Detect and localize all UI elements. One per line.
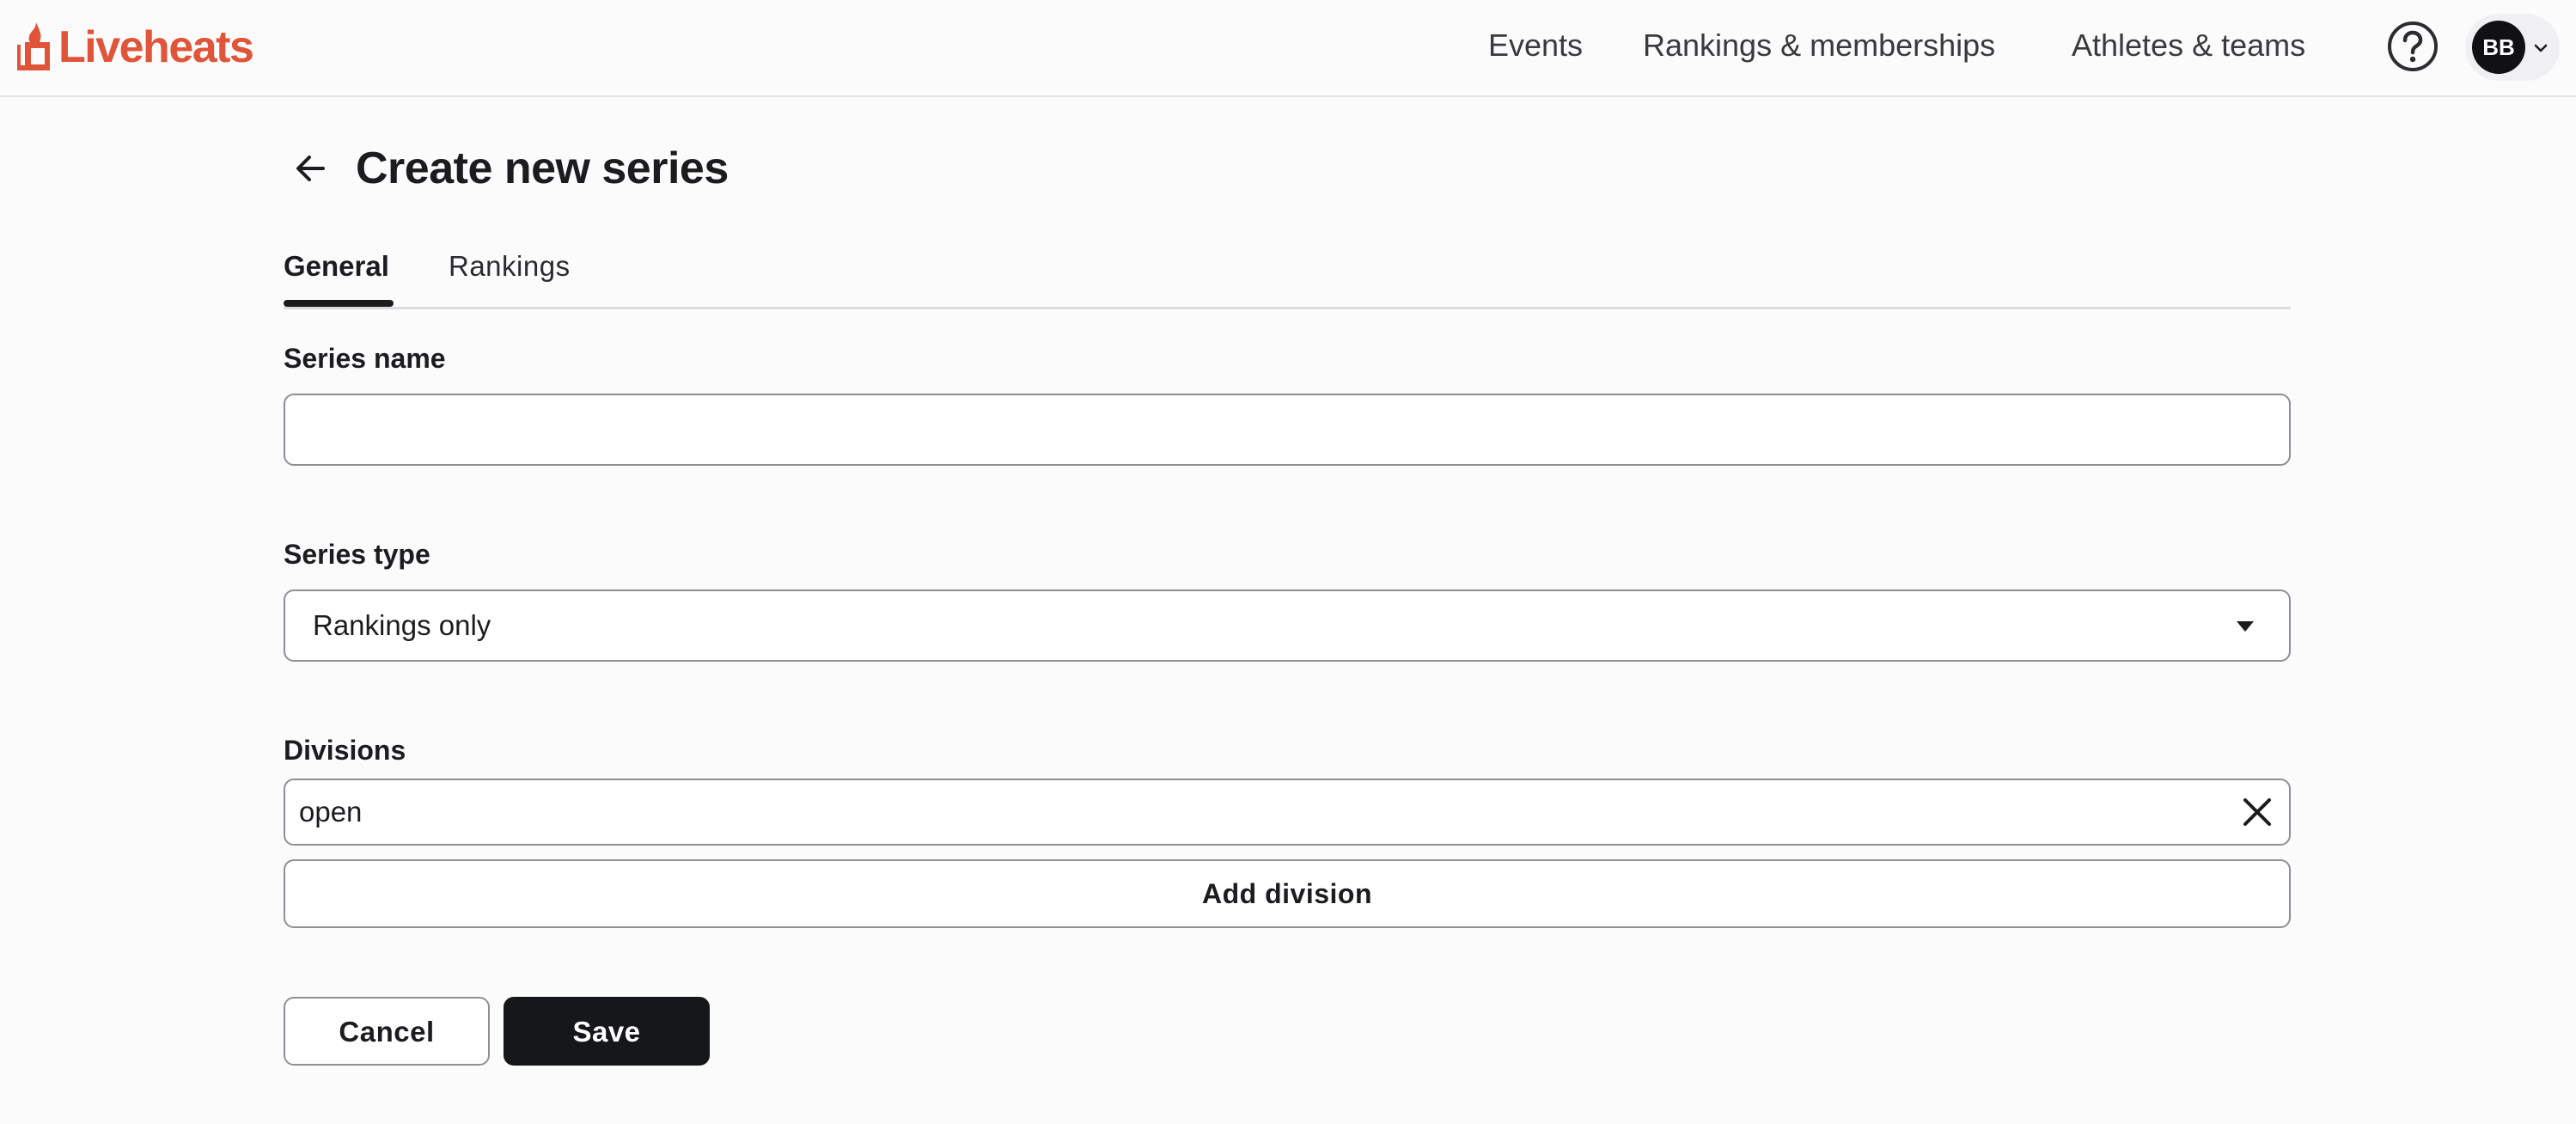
- nav-events[interactable]: Events: [1488, 24, 1583, 67]
- division-value: open: [299, 796, 363, 828]
- tab-general[interactable]: General: [284, 247, 389, 292]
- page-title: Create new series: [356, 144, 729, 193]
- series-type-label: Series type: [284, 539, 430, 570]
- top-navigation-bar: Liveheats Events Rankings & memberships …: [0, 0, 2576, 97]
- divisions-label: Divisions: [284, 735, 406, 766]
- add-division-button[interactable]: Add division: [284, 859, 2291, 928]
- caret-down-icon: [2236, 620, 2255, 632]
- save-button[interactable]: Save: [504, 997, 710, 1066]
- cancel-button[interactable]: Cancel: [284, 997, 490, 1066]
- nav-rankings-memberships[interactable]: Rankings & memberships: [1643, 24, 1995, 67]
- active-tab-indicator: [284, 300, 394, 307]
- series-type-value: Rankings only: [313, 609, 491, 641]
- logo-wordmark: Liveheats: [58, 22, 254, 72]
- series-type-select[interactable]: Rankings only: [284, 589, 2291, 662]
- arrow-left-icon[interactable]: [289, 146, 333, 191]
- division-item[interactable]: open: [284, 779, 2291, 846]
- user-menu[interactable]: BB: [2465, 14, 2560, 81]
- flame-logo-icon: [15, 21, 58, 74]
- chevron-down-icon: [2532, 40, 2549, 57]
- liveheats-logo[interactable]: Liveheats: [15, 19, 254, 76]
- series-name-input[interactable]: [284, 394, 2291, 466]
- avatar: BB: [2472, 21, 2525, 74]
- help-circle-icon[interactable]: [2386, 20, 2439, 73]
- tab-rankings[interactable]: Rankings: [449, 247, 571, 292]
- series-name-label: Series name: [284, 343, 446, 374]
- tabs-divider: [284, 307, 2291, 309]
- nav-athletes-teams[interactable]: Athletes & teams: [2072, 24, 2305, 67]
- close-icon[interactable]: [2241, 796, 2274, 828]
